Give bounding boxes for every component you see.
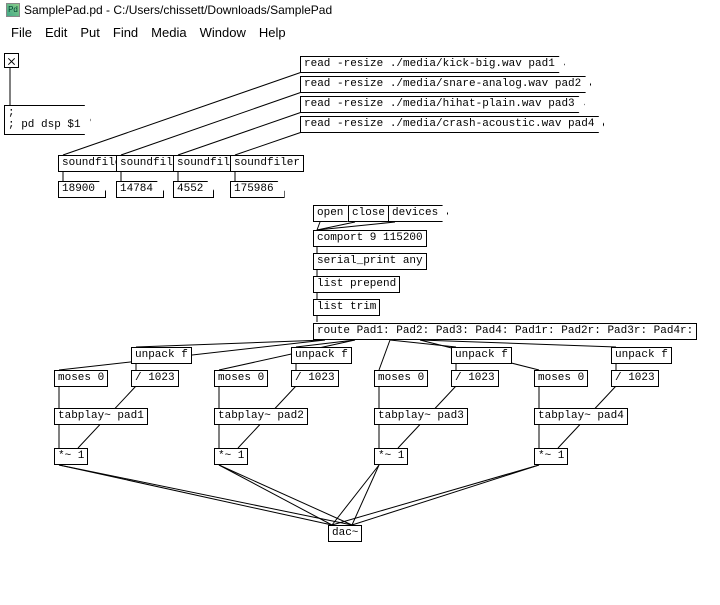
- mult-2[interactable]: *~ 1: [214, 448, 248, 465]
- count-1[interactable]: 18900: [58, 181, 106, 198]
- tabplay-3[interactable]: tabplay~ pad3: [374, 408, 468, 425]
- moses-3[interactable]: moses 0: [374, 370, 428, 387]
- moses-2[interactable]: moses 0: [214, 370, 268, 387]
- serial-print[interactable]: serial_print any: [313, 253, 427, 270]
- count-4[interactable]: 175986: [230, 181, 285, 198]
- menu-help[interactable]: Help: [254, 24, 291, 41]
- tabplay-4[interactable]: tabplay~ pad4: [534, 408, 628, 425]
- unpack-1[interactable]: unpack f: [131, 347, 192, 364]
- count-3[interactable]: 4552: [173, 181, 214, 198]
- mult-1[interactable]: *~ 1: [54, 448, 88, 465]
- devices-msg[interactable]: devices: [388, 205, 448, 222]
- menubar: File Edit Put Find Media Window Help: [0, 20, 720, 45]
- menu-file[interactable]: File: [6, 24, 37, 41]
- div1023-3[interactable]: / 1023: [451, 370, 499, 387]
- app-icon: Pd: [6, 3, 20, 17]
- list-trim[interactable]: list trim: [313, 299, 380, 316]
- list-prepend[interactable]: list prepend: [313, 276, 400, 293]
- titlebar: Pd SamplePad.pd - C:/Users/chissett/Down…: [0, 0, 720, 20]
- read-msg-4[interactable]: read -resize ./media/crash-acoustic.wav …: [300, 116, 604, 133]
- menu-find[interactable]: Find: [108, 24, 143, 41]
- window-title: SamplePad.pd - C:/Users/chissett/Downloa…: [24, 3, 332, 17]
- soundfiler-4[interactable]: soundfiler: [230, 155, 304, 172]
- dsp-toggle[interactable]: [4, 53, 19, 68]
- read-msg-2[interactable]: read -resize ./media/snare-analog.wav pa…: [300, 76, 591, 93]
- open-msg[interactable]: open: [313, 205, 353, 222]
- menu-window[interactable]: Window: [195, 24, 251, 41]
- mult-4[interactable]: *~ 1: [534, 448, 568, 465]
- read-msg-1[interactable]: read -resize ./media/kick-big.wav pad1: [300, 56, 565, 73]
- comport[interactable]: comport 9 115200: [313, 230, 427, 247]
- div1023-1[interactable]: / 1023: [131, 370, 179, 387]
- tabplay-1[interactable]: tabplay~ pad1: [54, 408, 148, 425]
- read-msg-3[interactable]: read -resize ./media/hihat-plain.wav pad…: [300, 96, 585, 113]
- patch-canvas[interactable]: ;; pd dsp $1 read -resize ./media/kick-b…: [0, 45, 720, 605]
- moses-4[interactable]: moses 0: [534, 370, 588, 387]
- mult-3[interactable]: *~ 1: [374, 448, 408, 465]
- unpack-2[interactable]: unpack f: [291, 347, 352, 364]
- unpack-3[interactable]: unpack f: [451, 347, 512, 364]
- menu-edit[interactable]: Edit: [40, 24, 72, 41]
- div1023-2[interactable]: / 1023: [291, 370, 339, 387]
- unpack-4[interactable]: unpack f: [611, 347, 672, 364]
- moses-1[interactable]: moses 0: [54, 370, 108, 387]
- close-msg[interactable]: close: [348, 205, 395, 222]
- menu-media[interactable]: Media: [146, 24, 191, 41]
- route[interactable]: route Pad1: Pad2: Pad3: Pad4: Pad1r: Pad…: [313, 323, 697, 340]
- menu-put[interactable]: Put: [75, 24, 105, 41]
- tabplay-2[interactable]: tabplay~ pad2: [214, 408, 308, 425]
- dsp-msg[interactable]: ;; pd dsp $1: [4, 105, 91, 135]
- dsp-msg-text: ; pd dsp $1: [8, 119, 81, 131]
- dac[interactable]: dac~: [328, 525, 362, 542]
- count-2[interactable]: 14784: [116, 181, 164, 198]
- div1023-4[interactable]: / 1023: [611, 370, 659, 387]
